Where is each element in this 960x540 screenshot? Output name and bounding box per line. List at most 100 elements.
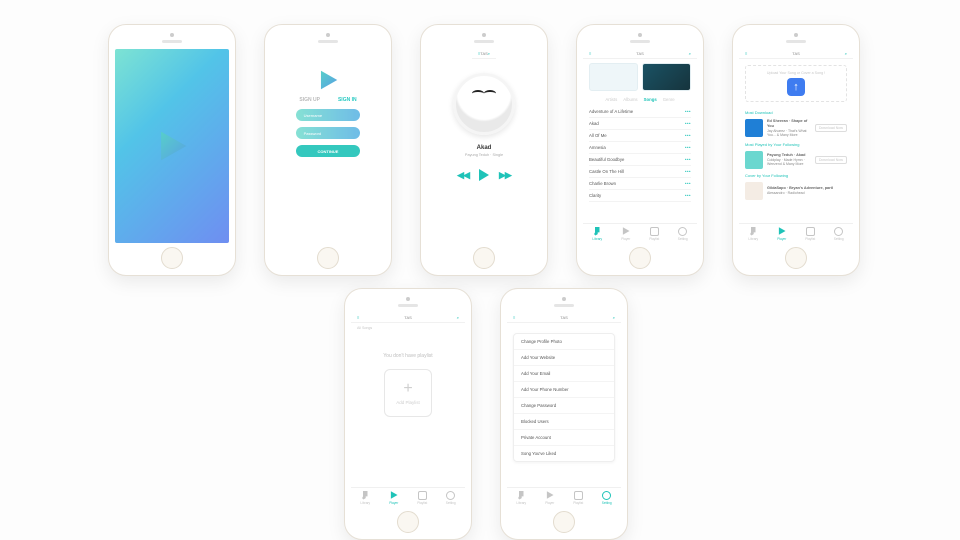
home-button[interactable] xyxy=(629,247,651,269)
play-icon xyxy=(621,227,630,236)
search-icon[interactable]: ⌕ xyxy=(488,51,490,56)
password-input[interactable]: Password xyxy=(296,127,361,139)
tab-label: Library xyxy=(516,501,526,505)
card-item[interactable] xyxy=(642,63,691,91)
song-row[interactable]: Amnesia••• xyxy=(589,142,691,154)
settings-row[interactable]: Change Profile Photo xyxy=(514,334,614,350)
tab-signup[interactable]: SIGN UP xyxy=(299,97,320,103)
search-icon[interactable]: ⌕ xyxy=(613,315,615,320)
tab-player[interactable]: Player xyxy=(768,224,797,243)
tab-label: Library xyxy=(748,237,758,241)
tab-setting[interactable]: Setting xyxy=(437,488,466,507)
song-row[interactable]: All Of Me••• xyxy=(589,130,691,142)
more-icon[interactable]: ••• xyxy=(685,109,691,114)
song-row[interactable]: Charlie Brown••• xyxy=(589,178,691,190)
settings-row[interactable]: Private Account xyxy=(514,430,614,446)
download-row[interactable]: Ed Sheeran · Shape of YouJay Alvarez · T… xyxy=(739,117,853,140)
menu-icon[interactable]: ≡ xyxy=(357,315,359,320)
card-item[interactable] xyxy=(589,63,638,91)
tab-label: Setting xyxy=(834,237,844,241)
home-button[interactable] xyxy=(473,247,495,269)
next-button[interactable]: ▶▶ xyxy=(499,170,511,181)
album-thumb xyxy=(745,151,763,169)
tab-player[interactable]: Player xyxy=(536,488,565,507)
topbar: ≡ TAS ⌕ xyxy=(583,49,697,59)
tab-player[interactable]: Player xyxy=(612,224,641,243)
more-icon[interactable]: ••• xyxy=(685,157,691,162)
song-row[interactable]: Adventure of A Lifetime••• xyxy=(589,106,691,118)
song-row[interactable]: Clarity ••• xyxy=(589,190,691,202)
more-icon[interactable]: ••• xyxy=(685,145,691,150)
tab-setting[interactable]: Setting xyxy=(593,488,622,507)
more-icon[interactable]: ••• xyxy=(685,133,691,138)
tab-library[interactable]: Library xyxy=(583,224,612,243)
tab-label: Player xyxy=(389,501,398,505)
home-button[interactable] xyxy=(553,511,575,533)
settings-row[interactable]: Song You've Liked xyxy=(514,446,614,461)
play-button[interactable] xyxy=(479,169,489,181)
splash-screen xyxy=(115,49,229,243)
song-row[interactable]: Akad••• xyxy=(589,118,691,130)
tab-player[interactable]: Player xyxy=(380,488,409,507)
play-icon xyxy=(777,227,786,236)
tab-label: Player xyxy=(545,501,554,505)
cover-row[interactable]: GildaSapo · Bryan's Adventure, partIAles… xyxy=(739,180,853,202)
app-title: TAS xyxy=(480,51,487,56)
settings-row[interactable]: Change Password xyxy=(514,398,614,414)
prev-button[interactable]: ◀◀ xyxy=(457,170,469,181)
more-icon[interactable]: ••• xyxy=(685,169,691,174)
home-button[interactable] xyxy=(317,247,339,269)
download-button[interactable]: Download Now xyxy=(815,124,847,132)
more-icon[interactable]: ••• xyxy=(685,121,691,126)
library-screen: ≡ TAS ⌕ Artists Albums Songs Genre Adven… xyxy=(583,49,697,243)
seg-genre[interactable]: Genre xyxy=(663,97,675,102)
song-row[interactable]: Castle On The Hill••• xyxy=(589,166,691,178)
menu-icon[interactable]: ≡ xyxy=(745,51,747,56)
row-sub: Jay Alvarez · That's What You... & Many … xyxy=(767,129,807,138)
tab-library[interactable]: Library xyxy=(507,488,536,507)
section-most-download: Most Download xyxy=(739,108,853,117)
player-screen: ≡ TAS ⌕ Akad Payung Teduh · Single ◀◀ ▶▶ xyxy=(427,49,541,243)
seg-songs[interactable]: Songs xyxy=(644,97,657,102)
search-icon[interactable]: ⌕ xyxy=(457,315,459,320)
tab-setting[interactable]: Setting xyxy=(669,224,698,243)
continue-button[interactable]: CONTINUE xyxy=(296,145,361,157)
tab-playlist[interactable]: Playlist xyxy=(564,488,593,507)
tab-playlist[interactable]: Playlist xyxy=(408,488,437,507)
settings-row[interactable]: Add Your Website xyxy=(514,350,614,366)
tab-setting[interactable]: Setting xyxy=(825,224,854,243)
settings-row[interactable]: Blocked Users xyxy=(514,414,614,430)
tab-playlist[interactable]: Playlist xyxy=(640,224,669,243)
seg-albums[interactable]: Albums xyxy=(623,97,637,102)
search-icon[interactable]: ⌕ xyxy=(845,51,847,56)
song-title: Clarity xyxy=(589,193,601,198)
played-row[interactable]: Payung Teduh · AkadColdplay · Made Hymn … xyxy=(739,149,853,171)
tab-bar: Library Player Playlist Setting xyxy=(351,487,465,507)
topbar: ≡ TAS ⌕ xyxy=(739,49,853,59)
username-input[interactable]: Username xyxy=(296,109,361,121)
home-button[interactable] xyxy=(785,247,807,269)
tab-library[interactable]: Library xyxy=(739,224,768,243)
settings-row[interactable]: Add Your Phone Number xyxy=(514,382,614,398)
menu-icon[interactable]: ≡ xyxy=(589,51,591,56)
home-button[interactable] xyxy=(397,511,419,533)
download-button[interactable]: Download Now xyxy=(815,156,847,164)
more-icon[interactable]: ••• xyxy=(685,181,691,186)
settings-row[interactable]: Add Your Email xyxy=(514,366,614,382)
album-thumb xyxy=(745,119,763,137)
add-playlist-button[interactable]: + Add Playlist xyxy=(384,369,432,417)
device-player: ≡ TAS ⌕ Akad Payung Teduh · Single ◀◀ ▶▶ xyxy=(420,24,548,276)
song-row[interactable]: Beautiful Goodbye••• xyxy=(589,154,691,166)
tab-signin[interactable]: SIGN IN xyxy=(338,97,357,103)
tab-library[interactable]: Library xyxy=(351,488,380,507)
more-icon[interactable]: ••• xyxy=(685,193,691,198)
tab-label: Library xyxy=(592,237,602,241)
seg-artists[interactable]: Artists xyxy=(605,97,617,102)
tab-playlist[interactable]: Playlist xyxy=(796,224,825,243)
search-icon[interactable]: ⌕ xyxy=(689,51,691,56)
menu-icon[interactable]: ≡ xyxy=(513,315,515,320)
upload-banner[interactable]: Upload Your Song or Cover a Song ! ↑ xyxy=(745,65,847,102)
tab-label: Setting xyxy=(602,501,612,505)
home-button[interactable] xyxy=(161,247,183,269)
album-thumb xyxy=(745,182,763,200)
